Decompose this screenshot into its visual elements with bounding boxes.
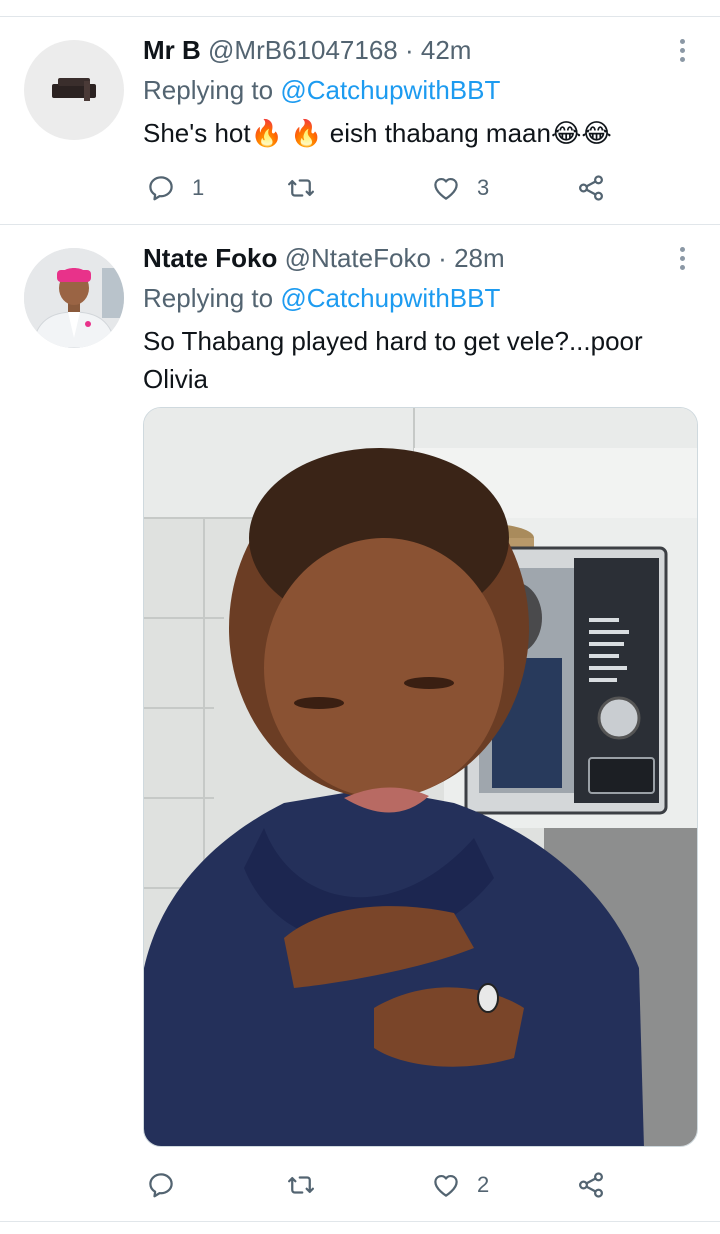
share-button[interactable] <box>576 168 606 208</box>
retweet-icon <box>288 179 314 197</box>
retweet-button[interactable] <box>286 1165 332 1205</box>
more-icon[interactable] <box>680 247 686 274</box>
timestamp[interactable]: 28m <box>454 243 505 273</box>
avatar[interactable] <box>24 40 124 140</box>
heart-icon <box>434 1174 458 1197</box>
replying-to: Replying to @CatchupwithBBT <box>143 283 500 313</box>
tweet-mr-b[interactable]: Mr B @MrB61047168 · 42m Replying to @Cat… <box>0 17 720 224</box>
separator-dot: · <box>438 243 447 273</box>
replying-to: Replying to @CatchupwithBBT <box>143 75 500 105</box>
reply-button[interactable] <box>146 1165 192 1205</box>
more-icon[interactable] <box>680 39 686 66</box>
avatar[interactable] <box>24 248 124 348</box>
like-count: 3 <box>477 175 490 200</box>
tweet-photo[interactable] <box>143 407 698 1147</box>
tweet-header: Ntate Foko @NtateFoko · 28m <box>143 243 505 273</box>
display-name[interactable]: Ntate Foko <box>143 243 277 273</box>
share-icon <box>578 1172 604 1198</box>
like-button[interactable]: 3 <box>431 168 489 208</box>
mention-link[interactable]: @CatchupwithBBT <box>280 75 500 105</box>
tweet-actions: 2 <box>143 1165 623 1205</box>
tweet-actions: 1 3 <box>143 168 623 208</box>
tweet-text: She's hot🔥 🔥 eish thabang maan😂😂 <box>143 118 612 148</box>
bottom-divider <box>0 1221 720 1222</box>
reply-button[interactable]: 1 <box>146 168 204 208</box>
reply-icon <box>149 1173 173 1198</box>
replying-to-label: Replying to <box>143 75 274 105</box>
heart-icon <box>434 177 458 200</box>
separator-dot: · <box>404 35 414 65</box>
share-icon <box>578 175 604 201</box>
retweet-icon <box>288 1176 314 1194</box>
reply-count: 1 <box>192 175 205 200</box>
replying-to-label: Replying to <box>143 283 274 313</box>
retweet-button[interactable] <box>286 168 332 208</box>
tweet-header: Mr B @MrB61047168 · 42m <box>143 35 471 65</box>
tweet-text: So Thabang played hard to get vele?...po… <box>143 326 643 394</box>
like-count: 2 <box>477 1172 490 1197</box>
like-button[interactable]: 2 <box>431 1165 489 1205</box>
timestamp[interactable]: 42m <box>421 35 472 65</box>
share-button[interactable] <box>576 1165 606 1205</box>
display-name[interactable]: Mr B <box>143 35 201 65</box>
reply-icon <box>149 176 173 201</box>
user-handle[interactable]: @MrB61047168 <box>208 35 398 65</box>
mention-link[interactable]: @CatchupwithBBT <box>280 283 500 313</box>
user-handle[interactable]: @NtateFoko <box>285 243 431 273</box>
